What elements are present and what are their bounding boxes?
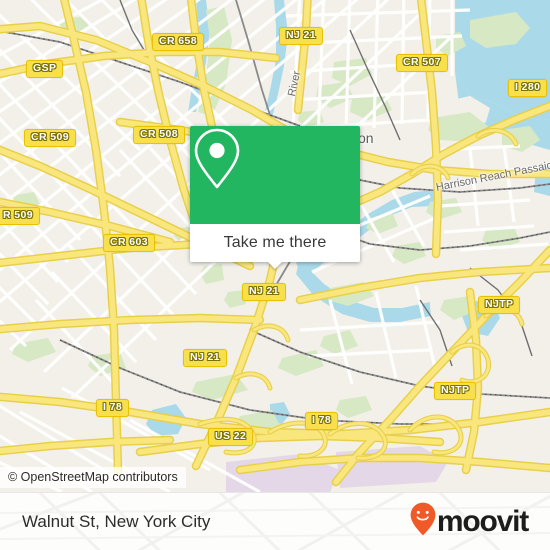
moovit-wordmark: moovit [436,504,529,538]
road-shield: I 78 [96,399,130,417]
road-shield: NJTP [478,296,521,314]
moovit-pin-icon [410,502,436,541]
road-shield: I 78 [305,412,339,430]
road-shield: US 22 [208,428,254,446]
location-title: Walnut St, New York City [22,511,211,531]
osm-attribution[interactable]: © OpenStreetMap contributors [0,467,186,488]
take-me-there-label: Take me there [223,234,327,251]
moovit-logo[interactable]: moovit [410,502,529,541]
map-canvas[interactable]: CR 658 NJ 21 CR 507 I 280 GSP CR 509 CR … [0,0,550,492]
road-shield: I 280 [508,79,548,97]
road-shield: NJ 21 [279,27,324,45]
footer-bar: Walnut St, New York City moovit [0,492,550,550]
location-popup-card[interactable]: Take me there [190,126,360,269]
road-shield: NJ 21 [242,283,287,301]
road-shield: NJ 21 [183,349,228,367]
road-shield: GSP [26,60,64,78]
map-screen: CR 658 NJ 21 CR 507 I 280 GSP CR 509 CR … [0,0,550,550]
card-pin-area [190,126,360,224]
road-shield: CR 603 [103,234,156,252]
take-me-there-button[interactable]: Take me there [190,224,360,269]
road-shield: CR 508 [133,126,186,144]
road-shield: R 509 [0,207,41,225]
road-shield: CR 658 [152,33,205,51]
card-pointer-tail [267,261,283,269]
road-shield: CR 507 [396,54,449,72]
road-shield: CR 509 [24,129,77,147]
road-shield: NJTP [434,382,477,400]
